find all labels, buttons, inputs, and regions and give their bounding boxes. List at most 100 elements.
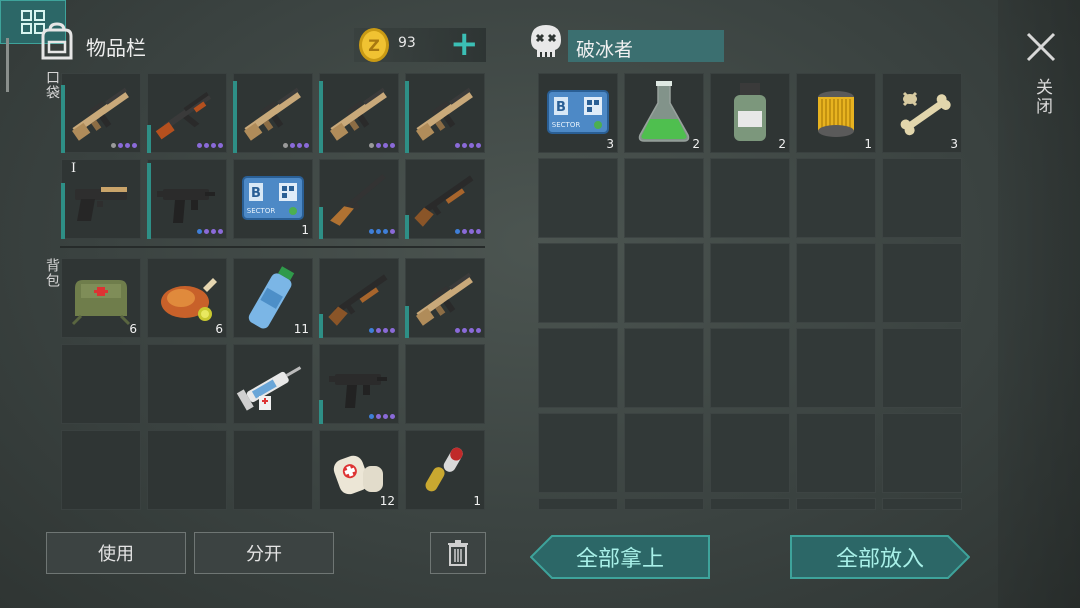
quality-dot (383, 229, 388, 234)
backpack-slot[interactable]: 1 (405, 430, 485, 510)
quality-dot (376, 143, 381, 148)
quality-dot (369, 414, 374, 419)
loot-slot[interactable] (624, 328, 704, 408)
loot-slot[interactable] (882, 498, 962, 510)
backpack-slot[interactable] (405, 258, 485, 338)
backpack-slot[interactable]: 12 (319, 430, 399, 510)
backpack-slot[interactable] (147, 430, 227, 510)
durability-bar (319, 81, 323, 153)
use-button[interactable]: 使用 (46, 532, 186, 574)
item-count: 2 (778, 137, 786, 151)
close-button-label[interactable]: 关闭 (1030, 78, 1055, 116)
loot-slot[interactable] (710, 158, 790, 238)
item-count: 12 (379, 494, 395, 508)
loot-slot[interactable] (710, 413, 790, 493)
backpack-slot[interactable]: 6 (147, 258, 227, 338)
backpack-slot[interactable] (233, 344, 313, 424)
durability-bar (319, 314, 323, 338)
quality-dot (369, 229, 374, 234)
put-all-button[interactable]: 全部放入 (790, 535, 970, 579)
quality-dot (218, 143, 223, 148)
pocket-slot[interactable] (61, 73, 141, 153)
loot-slot[interactable] (796, 158, 876, 238)
quality-dot (283, 143, 288, 148)
quality-dots (455, 328, 481, 333)
loot-slot[interactable] (538, 158, 618, 238)
loot-slot[interactable] (710, 243, 790, 323)
quality-dot (204, 143, 209, 148)
keycard-letter: B (556, 100, 566, 115)
quality-dots (369, 414, 395, 419)
trash-icon (448, 540, 468, 566)
pocket-slot[interactable] (319, 159, 399, 239)
keycard-letter: B (251, 186, 261, 201)
loot-slot[interactable] (796, 498, 876, 510)
loot-slot[interactable]: 3 (882, 73, 962, 153)
item-count: 2 (692, 137, 700, 151)
quality-dots (455, 143, 481, 148)
quality-dots (369, 229, 395, 234)
loot-slot[interactable]: 2 (624, 73, 704, 153)
loot-slot[interactable] (538, 498, 618, 510)
item-count: 1 (473, 494, 481, 508)
loot-slot[interactable] (538, 243, 618, 323)
backpack-slot[interactable] (61, 344, 141, 424)
loot-slot[interactable]: B SECTOR 3 (538, 73, 618, 153)
inventory-title: 物品栏 (86, 36, 146, 60)
quality-dots (369, 328, 395, 333)
syringe-injector-icon (236, 366, 302, 411)
loot-slot[interactable] (624, 498, 704, 510)
quality-dot (290, 143, 295, 148)
loot-slot[interactable]: 2 (710, 73, 790, 153)
backpack-slot[interactable] (319, 344, 399, 424)
trash-button[interactable] (430, 532, 486, 574)
take-all-button[interactable]: 全部拿上 (530, 535, 710, 579)
loot-slot[interactable] (710, 498, 790, 510)
loot-slot[interactable] (710, 328, 790, 408)
loot-slot[interactable] (624, 243, 704, 323)
loot-slot[interactable] (796, 243, 876, 323)
backpack-slot[interactable] (405, 344, 485, 424)
loot-slot[interactable] (624, 158, 704, 238)
loot-slot[interactable] (882, 328, 962, 408)
loot-slot[interactable] (882, 413, 962, 493)
pocket-slot[interactable] (147, 159, 227, 239)
backpack-slot[interactable]: 6 (61, 258, 141, 338)
backpack-slot[interactable] (233, 430, 313, 510)
quality-dot (469, 143, 474, 148)
durability-bar (405, 215, 409, 239)
quality-dot (118, 143, 123, 148)
durability-bar (319, 400, 323, 424)
quality-dot (204, 229, 209, 234)
quality-dots (369, 143, 395, 148)
split-button[interactable]: 分开 (194, 532, 334, 574)
pocket-slot[interactable] (233, 73, 313, 153)
backpack-slot[interactable] (319, 258, 399, 338)
coin-count: 93 (398, 35, 416, 51)
loot-slot[interactable] (796, 328, 876, 408)
assault-rifle-tan-icon (72, 87, 129, 141)
loot-slot[interactable] (624, 413, 704, 493)
loot-slot[interactable] (882, 243, 962, 323)
close-icon[interactable] (1024, 30, 1058, 64)
loot-slot[interactable] (538, 328, 618, 408)
quality-dot (469, 328, 474, 333)
quality-dot (390, 229, 395, 234)
quality-dot (132, 143, 137, 148)
loot-slot[interactable]: 1 (796, 73, 876, 153)
backpack-slot[interactable] (61, 430, 141, 510)
pocket-slot[interactable] (405, 159, 485, 239)
pocket-slot[interactable] (147, 73, 227, 153)
pocket-slot[interactable] (405, 73, 485, 153)
assault-rifle-tan-icon (416, 272, 473, 326)
loot-slot[interactable] (882, 158, 962, 238)
durability-bar (319, 207, 323, 239)
add-coins-button[interactable]: + (450, 25, 479, 63)
backpack-slot[interactable] (147, 344, 227, 424)
pocket-slot[interactable]: B SECTOR 1 (233, 159, 313, 239)
loot-slot[interactable] (796, 413, 876, 493)
pocket-slot[interactable] (319, 73, 399, 153)
pocket-slot[interactable]: I (61, 159, 141, 239)
backpack-slot[interactable]: 11 (233, 258, 313, 338)
loot-slot[interactable] (538, 413, 618, 493)
